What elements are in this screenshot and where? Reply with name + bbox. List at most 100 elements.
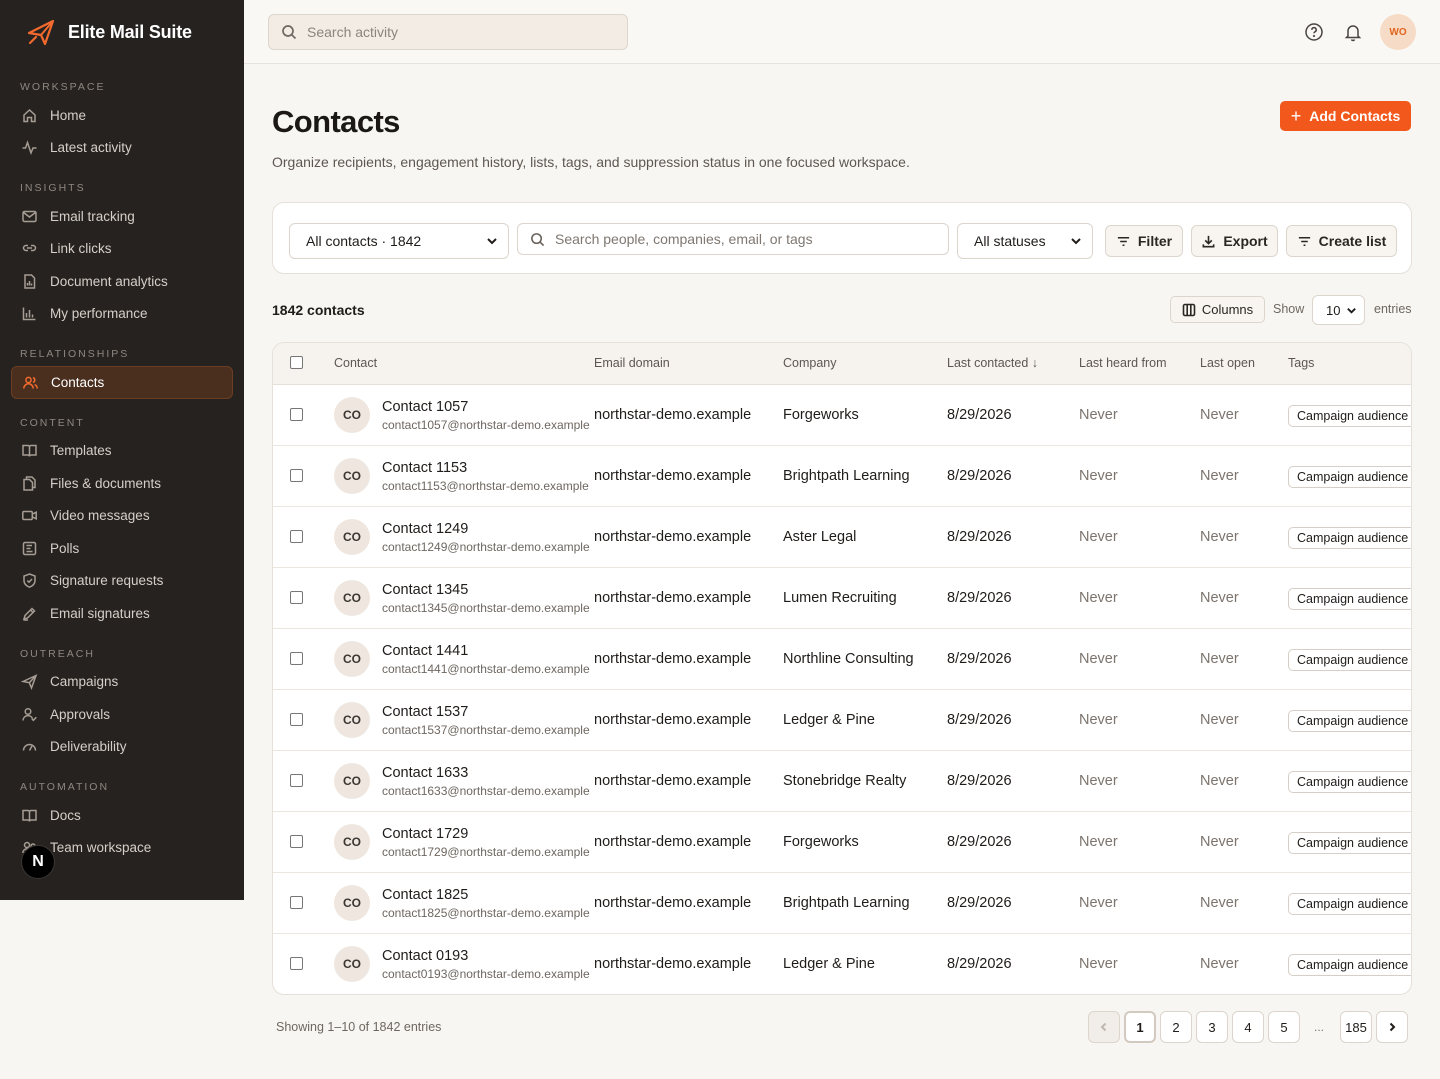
row-checkbox[interactable] <box>290 469 303 482</box>
sidebar-item-home[interactable]: Home <box>11 99 233 132</box>
contact-email: contact1057@northstar-demo.example <box>382 418 590 432</box>
row-checkbox[interactable] <box>290 896 303 909</box>
export-button[interactable]: Export <box>1191 225 1278 257</box>
sidebar-item-approvals[interactable]: Approvals <box>11 698 233 731</box>
tag-badge[interactable]: Campaign audience <box>1288 527 1411 549</box>
row-checkbox[interactable] <box>290 957 303 970</box>
help-icon[interactable] <box>1304 22 1324 42</box>
columns-button[interactable]: Columns <box>1170 296 1265 323</box>
sidebar-item-my-performance[interactable]: My performance <box>11 298 233 331</box>
table-row[interactable]: CO Contact 1441 contact1441@northstar-demo… <box>273 629 1411 690</box>
last-open: Never <box>1200 895 1239 911</box>
tag-badge[interactable]: Campaign audience <box>1288 954 1411 976</box>
col-contact[interactable]: Contact <box>334 356 377 370</box>
create-list-button[interactable]: Create list <box>1286 225 1397 257</box>
tag-badge[interactable]: Campaign audience <box>1288 588 1411 610</box>
user-avatar[interactable]: WO <box>1380 14 1416 50</box>
last-contacted: 8/29/2026 <box>947 895 1012 911</box>
chevron-down-icon <box>1071 238 1081 245</box>
table-row[interactable]: CO Contact 1057 contact1057@northstar-demo… <box>273 385 1411 446</box>
next-page-button[interactable] <box>1376 1011 1408 1043</box>
tag-badge[interactable]: Campaign audience <box>1288 466 1411 488</box>
page-last-button[interactable]: 185 <box>1340 1011 1372 1043</box>
table-row[interactable]: CO Contact 1153 contact1153@northstar-demo… <box>273 446 1411 507</box>
contacts-search-input[interactable]: Search people, companies, email, or tags <box>517 223 949 255</box>
tag-badge[interactable]: Campaign audience <box>1288 832 1411 854</box>
sidebar-item-files-documents[interactable]: Files & documents <box>11 467 233 500</box>
tag-badge[interactable]: Campaign audience <box>1288 405 1411 427</box>
contact-name[interactable]: Contact 1249 <box>382 521 468 537</box>
nav-heading: OUTREACH <box>20 647 95 660</box>
table-row[interactable]: CO Contact 1345 contact1345@northstar-demo… <box>273 568 1411 629</box>
contact-name[interactable]: Contact 1057 <box>382 399 468 415</box>
page-3-button[interactable]: 3 <box>1196 1011 1228 1043</box>
add-contacts-button[interactable]: + Add Contacts <box>1280 101 1411 131</box>
contact-name[interactable]: Contact 1825 <box>382 887 468 903</box>
n-badge-icon[interactable]: N <box>21 845 55 879</box>
row-checkbox[interactable] <box>290 652 303 665</box>
sidebar-item-docs[interactable]: Docs <box>11 799 233 832</box>
page-4-button[interactable]: 4 <box>1232 1011 1264 1043</box>
export-label: Export <box>1223 233 1268 249</box>
page-2-button[interactable]: 2 <box>1160 1011 1192 1043</box>
page-size-select[interactable]: 10 <box>1312 295 1365 325</box>
nav-heading: CONTENT <box>20 416 85 429</box>
col-last-contacted[interactable]: Last contacted ↓ <box>947 356 1038 370</box>
email-domain: northstar-demo.example <box>594 956 752 972</box>
tag-badge[interactable]: Campaign audience <box>1288 649 1411 671</box>
table-row[interactable]: CO Contact 1537 contact1537@northstar-demo… <box>273 690 1411 751</box>
sidebar-item-polls[interactable]: Polls <box>11 532 233 565</box>
table-row[interactable]: CO Contact 1825 contact1825@northstar-demo… <box>273 873 1411 934</box>
sidebar-item-latest-activity[interactable]: Latest activity <box>11 132 233 165</box>
contact-name[interactable]: Contact 1345 <box>382 582 468 598</box>
contact-list-select[interactable]: All contacts · 1842 <box>289 223 509 259</box>
sidebar-item-link-clicks[interactable]: Link clicks <box>11 233 233 266</box>
col-last-open[interactable]: Last open <box>1200 356 1255 370</box>
sidebar-item-campaigns[interactable]: Campaigns <box>11 666 233 699</box>
prev-page-button[interactable] <box>1088 1011 1120 1043</box>
sidebar-item-signature-requests[interactable]: Signature requests <box>11 565 233 598</box>
company: Brightpath Learning <box>783 895 910 911</box>
sidebar-item-deliverability[interactable]: Deliverability <box>11 731 233 764</box>
row-checkbox[interactable] <box>290 408 303 421</box>
col-email-domain[interactable]: Email domain <box>594 356 670 370</box>
contact-name[interactable]: Contact 1537 <box>382 704 468 720</box>
col-last-heard[interactable]: Last heard from <box>1079 356 1167 370</box>
row-checkbox[interactable] <box>290 835 303 848</box>
row-checkbox[interactable] <box>290 774 303 787</box>
status-select[interactable]: All statuses <box>957 223 1093 259</box>
contact-name[interactable]: Contact 0193 <box>382 948 468 964</box>
col-company[interactable]: Company <box>783 356 837 370</box>
list-filter-icon <box>1298 236 1310 246</box>
sidebar-item-contacts[interactable]: Contacts <box>11 366 233 399</box>
table-row[interactable]: CO Contact 1729 contact1729@northstar-demo… <box>273 812 1411 873</box>
row-checkbox[interactable] <box>290 530 303 543</box>
sidebar-item-email-signatures[interactable]: Email signatures <box>11 597 233 630</box>
row-checkbox[interactable] <box>290 713 303 726</box>
email-domain: northstar-demo.example <box>594 468 752 484</box>
page-1-button[interactable]: 1 <box>1124 1011 1156 1043</box>
bell-icon[interactable] <box>1343 22 1363 42</box>
col-tags[interactable]: Tags <box>1288 356 1314 370</box>
tag-badge[interactable]: Campaign audience <box>1288 771 1411 793</box>
table-row[interactable]: CO Contact 0193 contact0193@northstar-demo… <box>273 934 1411 994</box>
filter-button[interactable]: Filter <box>1105 225 1183 257</box>
sidebar-item-templates[interactable]: Templates <box>11 435 233 468</box>
page-5-button[interactable]: 5 <box>1268 1011 1300 1043</box>
sidebar-item-document-analytics[interactable]: Document analytics <box>11 265 233 298</box>
select-all-checkbox[interactable] <box>290 356 303 369</box>
tag-badge[interactable]: Campaign audience <box>1288 710 1411 732</box>
activity-search-input[interactable]: Search activity <box>268 14 628 50</box>
tag-badge[interactable]: Campaign audience <box>1288 893 1411 915</box>
row-checkbox[interactable] <box>290 591 303 604</box>
contact-name[interactable]: Contact 1729 <box>382 826 468 842</box>
sidebar-item-label: My performance <box>50 306 148 322</box>
table-row[interactable]: CO Contact 1249 contact1249@northstar-demo… <box>273 507 1411 568</box>
contact-name[interactable]: Contact 1441 <box>382 643 468 659</box>
sidebar-item-email-tracking[interactable]: Email tracking <box>11 200 233 233</box>
table-row[interactable]: CO Contact 1633 contact1633@northstar-demo… <box>273 751 1411 812</box>
contact-name[interactable]: Contact 1153 <box>382 460 467 476</box>
brand[interactable]: Elite Mail Suite <box>0 0 244 64</box>
contact-name[interactable]: Contact 1633 <box>382 765 468 781</box>
sidebar-item-video-messages[interactable]: Video messages <box>11 500 233 533</box>
